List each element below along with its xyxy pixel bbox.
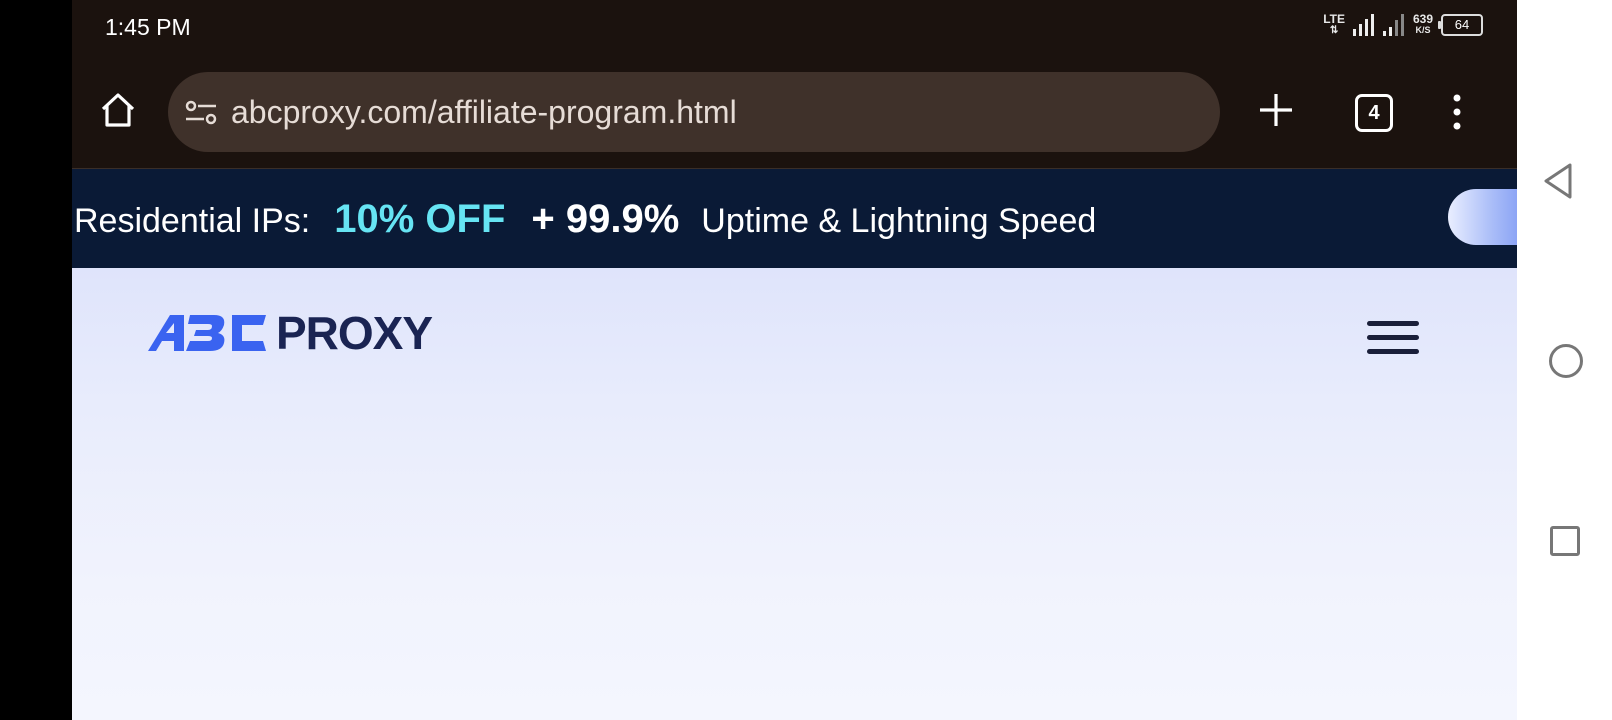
browser-toolbar: abcproxy.com/affiliate-program.html 4 [72, 58, 1517, 169]
abc-logo-mark [148, 315, 266, 351]
more-vert-icon[interactable] [1447, 94, 1467, 130]
promo-discount: 10% OFF [334, 197, 506, 241]
battery-level: 64 [1454, 17, 1470, 32]
plus-icon[interactable] [1256, 90, 1296, 130]
promo-text: Residential IPs: 10% OFF + 99.9% Uptime … [74, 197, 1096, 242]
signal-secondary-icon [1382, 14, 1404, 36]
menu-icon[interactable] [1367, 321, 1421, 359]
status-indicators: LTE ⇅ 639 K/S 64 [1323, 12, 1483, 36]
promo-cta-button[interactable] [1448, 189, 1517, 245]
signal-icon [1352, 14, 1374, 36]
promo-banner[interactable]: Residential IPs: 10% OFF + 99.9% Uptime … [72, 169, 1517, 268]
status-bar: 1:45 PM LTE ⇅ 639 K/S 64 [72, 0, 1517, 58]
lte-indicator: LTE ⇅ [1323, 12, 1345, 36]
circle-home-icon[interactable] [1549, 344, 1583, 378]
address-bar[interactable]: abcproxy.com/affiliate-program.html [168, 72, 1220, 152]
promo-tagline: Uptime & Lightning Speed [701, 202, 1097, 240]
url-text[interactable]: abcproxy.com/affiliate-program.html [231, 94, 737, 131]
data-arrows-icon: ⇅ [1329, 25, 1339, 36]
tabs-icon[interactable]: 4 [1355, 94, 1393, 132]
logo-word: PROXY [276, 307, 433, 359]
phone-screen: 1:45 PM LTE ⇅ 639 K/S 64 abcproxy.com/af… [72, 0, 1517, 720]
status-time: 1:45 PM [105, 14, 191, 40]
network-type: LTE [1323, 12, 1345, 26]
network-speed: 639 K/S [1412, 12, 1433, 35]
recent-apps-icon[interactable] [1550, 526, 1580, 556]
abcproxy-logo[interactable]: PROXY [148, 307, 433, 359]
promo-label: Residential IPs: [74, 202, 311, 240]
site-settings-icon[interactable] [184, 98, 218, 128]
page-content: PROXY [72, 268, 1517, 720]
promo-uptime: + 99.9% [531, 197, 680, 241]
back-icon[interactable] [1543, 163, 1573, 199]
android-nav-bar [1517, 0, 1612, 720]
tab-count: 4 [1368, 102, 1380, 124]
battery-icon: 64 [1438, 14, 1483, 36]
home-icon[interactable] [98, 90, 138, 130]
